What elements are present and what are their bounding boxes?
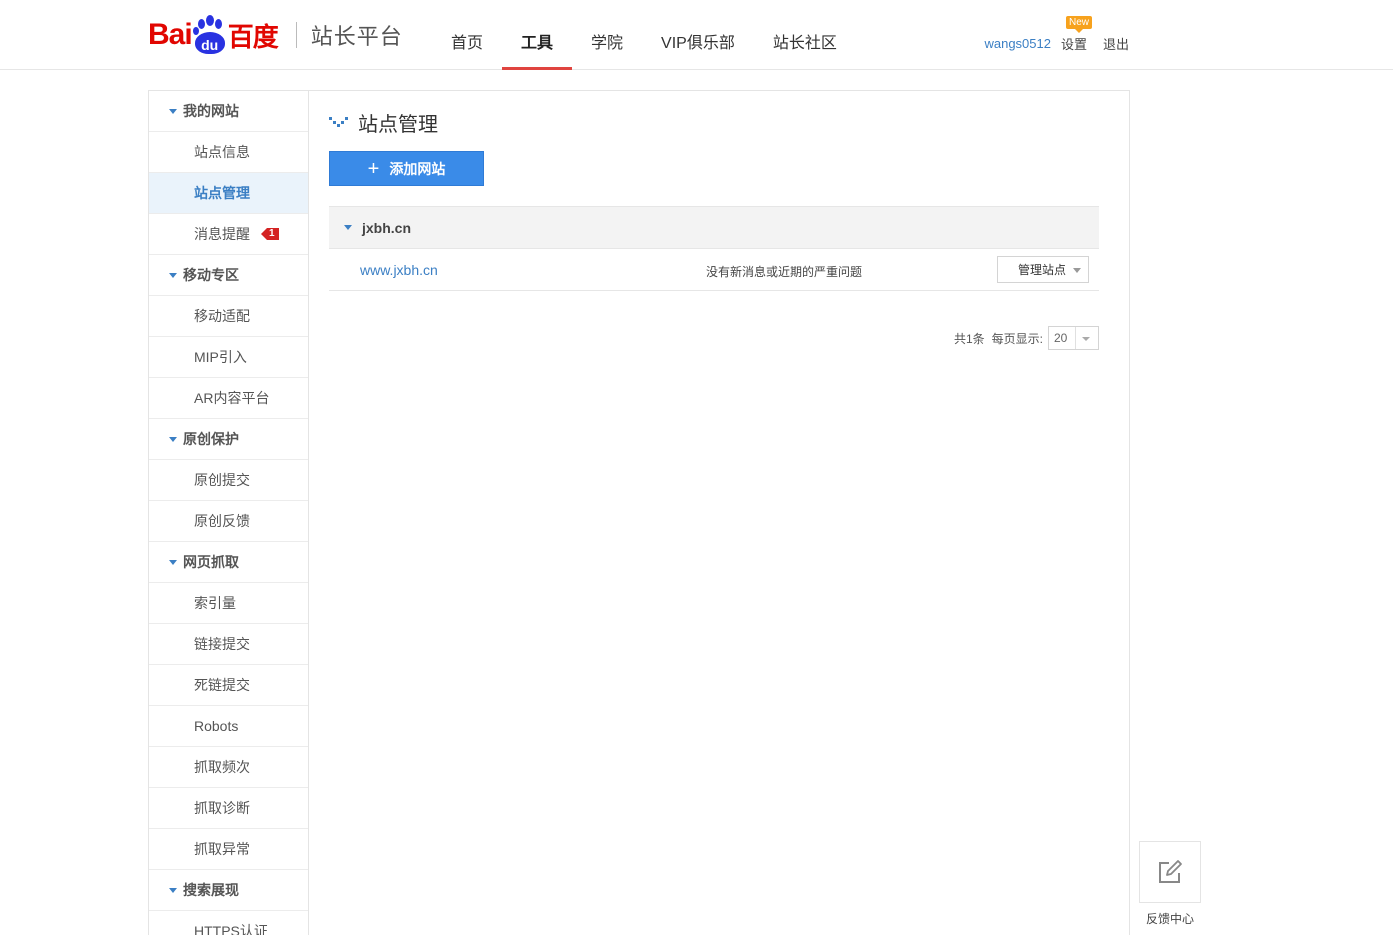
paw-logo-icon: du — [192, 15, 227, 55]
nav-tools[interactable]: 工具 — [502, 0, 573, 70]
username-link[interactable]: wangs0512 — [984, 36, 1051, 51]
baidu-logo[interactable]: Bai du 百度 站长平台 — [148, 13, 403, 57]
sidebar-item-label: 站点管理 — [194, 185, 250, 201]
add-site-button[interactable]: + 添加网站 — [329, 151, 484, 186]
feedback-button[interactable] — [1139, 841, 1201, 903]
sidebar-item-label: MIP引入 — [194, 349, 247, 365]
caret-down-icon — [169, 887, 177, 893]
sidebar-item-label: 抓取异常 — [194, 841, 250, 857]
page-size-value: 20 — [1054, 331, 1068, 345]
add-site-label: 添加网站 — [389, 160, 446, 177]
checkmark-pixel-icon — [329, 116, 348, 127]
sidebar-item-label: Robots — [194, 718, 239, 734]
logout-link[interactable]: 退出 — [1103, 34, 1129, 53]
site-url-link[interactable]: www.jxbh.cn — [360, 262, 438, 278]
sidebar-item-label: AR内容平台 — [194, 390, 270, 406]
sidebar-group-mobile[interactable]: 移动专区 — [149, 255, 308, 296]
settings-link[interactable]: 设置 New — [1060, 16, 1092, 53]
edit-icon — [1159, 860, 1182, 883]
sidebar-group-label: 原创保护 — [183, 431, 239, 447]
sidebar-item-https[interactable]: HTTPS认证 — [149, 911, 308, 935]
chevron-down-icon — [1073, 268, 1081, 273]
site-status: 没有新消息或近期的严重问题 — [706, 265, 863, 279]
sidebar-item-label: 死链提交 — [194, 677, 250, 693]
site-row: www.jxbh.cn 没有新消息或近期的严重问题 管理站点 — [329, 249, 1099, 291]
page-title: 站点管理 — [329, 108, 438, 137]
caret-down-icon — [169, 559, 177, 565]
pager-total: 共1条 — [953, 331, 985, 346]
nav-home[interactable]: 首页 — [432, 0, 502, 70]
sidebar-item-messages[interactable]: 消息提醒 1 — [149, 214, 308, 255]
site-group-header[interactable]: jxbh.cn — [329, 206, 1099, 249]
sidebar-item-robots[interactable]: Robots — [149, 706, 308, 747]
manage-site-label: 管理站点 — [1018, 263, 1067, 277]
sidebar-item-label: 抓取诊断 — [194, 800, 250, 816]
sidebar-item-crawl-errors[interactable]: 抓取异常 — [149, 829, 308, 870]
main-container: 我的网站 站点信息 站点管理 消息提醒 1 移动专区 移动适配 MIP引入 AR… — [148, 90, 1130, 935]
message-count: 1 — [267, 228, 279, 240]
sidebar-item-site-info[interactable]: 站点信息 — [149, 132, 308, 173]
feedback-label: 反馈中心 — [1145, 912, 1194, 926]
sidebar: 我的网站 站点信息 站点管理 消息提醒 1 移动专区 移动适配 MIP引入 AR… — [149, 91, 309, 935]
sidebar-item-dead-link-submit[interactable]: 死链提交 — [149, 665, 308, 706]
plus-icon: + — [367, 157, 380, 180]
caret-down-icon — [169, 436, 177, 442]
sidebar-item-label: 原创反馈 — [194, 513, 250, 529]
message-count-badge: 1 — [261, 228, 279, 240]
nav-vip-club[interactable]: VIP俱乐部 — [642, 0, 754, 70]
caret-down-icon — [344, 225, 352, 230]
page-size-select[interactable]: 20 — [1048, 326, 1099, 350]
nav-academy[interactable]: 学院 — [572, 0, 642, 70]
sidebar-item-index-volume[interactable]: 索引量 — [149, 583, 308, 624]
sidebar-group-my-sites[interactable]: 我的网站 — [149, 91, 308, 132]
sidebar-item-site-management[interactable]: 站点管理 — [149, 173, 308, 214]
logo-du-text: du — [194, 32, 225, 54]
pager-per-page-label: 每页显示: — [991, 331, 1043, 346]
sidebar-item-label: 原创提交 — [194, 472, 250, 488]
logo-cn-text: 百度 — [227, 22, 279, 53]
sidebar-item-label: 抓取频次 — [194, 759, 250, 775]
caret-down-icon — [169, 272, 177, 278]
sidebar-item-mip[interactable]: MIP引入 — [149, 337, 308, 378]
sidebar-group-original[interactable]: 原创保护 — [149, 419, 308, 460]
chevron-down-icon — [1082, 337, 1090, 341]
logo-bai-text: Bai — [148, 18, 193, 51]
manage-site-dropdown[interactable]: 管理站点 — [997, 256, 1089, 283]
sidebar-item-original-submit[interactable]: 原创提交 — [149, 460, 308, 501]
sidebar-item-mobile-adapt[interactable]: 移动适配 — [149, 296, 308, 337]
sidebar-item-label: 链接提交 — [194, 636, 250, 652]
new-badge: New — [1065, 16, 1092, 33]
sidebar-group-label: 网页抓取 — [183, 554, 239, 570]
sidebar-item-label: 移动适配 — [194, 308, 250, 324]
sidebar-group-label: 移动专区 — [183, 267, 239, 283]
sidebar-item-crawl-diagnosis[interactable]: 抓取诊断 — [149, 788, 308, 829]
sidebar-item-original-feedback[interactable]: 原创反馈 — [149, 501, 308, 542]
site-group-domain: jxbh.cn — [362, 219, 412, 236]
sidebar-item-ar-platform[interactable]: AR内容平台 — [149, 378, 308, 419]
sidebar-item-crawl-frequency[interactable]: 抓取频次 — [149, 747, 308, 788]
feedback-center[interactable]: 反馈中心 — [1139, 841, 1201, 927]
sidebar-item-label: 索引量 — [194, 595, 236, 611]
sidebar-item-link-submit[interactable]: 链接提交 — [149, 624, 308, 665]
site-group: jxbh.cn www.jxbh.cn 没有新消息或近期的严重问题 管理站点 — [329, 206, 1099, 291]
top-header: Bai du 百度 站长平台 首页 工具 学院 VIP俱乐部 站长社区 wang… — [0, 0, 1393, 70]
main-nav: 首页 工具 学院 VIP俱乐部 站长社区 — [432, 0, 856, 70]
sidebar-item-label: HTTPS认证 — [194, 923, 268, 935]
sidebar-item-label: 站点信息 — [194, 144, 250, 160]
pagination: 共1条 每页显示: 20 — [954, 326, 1099, 350]
logo-divider — [295, 22, 297, 48]
sidebar-group-crawl[interactable]: 网页抓取 — [149, 542, 308, 583]
logo-subtitle: 站长平台 — [310, 25, 403, 50]
sidebar-group-label: 我的网站 — [183, 103, 239, 119]
settings-label: 设置 — [1060, 37, 1087, 52]
sidebar-group-label: 搜索展现 — [183, 882, 239, 898]
caret-down-icon — [169, 108, 177, 114]
sidebar-group-search-display[interactable]: 搜索展现 — [149, 870, 308, 911]
nav-community[interactable]: 站长社区 — [754, 0, 856, 70]
sidebar-item-label: 消息提醒 — [194, 226, 250, 242]
page-title-text: 站点管理 — [358, 112, 438, 136]
user-area: wangs0512 设置 New 退出 — [984, 16, 1129, 53]
